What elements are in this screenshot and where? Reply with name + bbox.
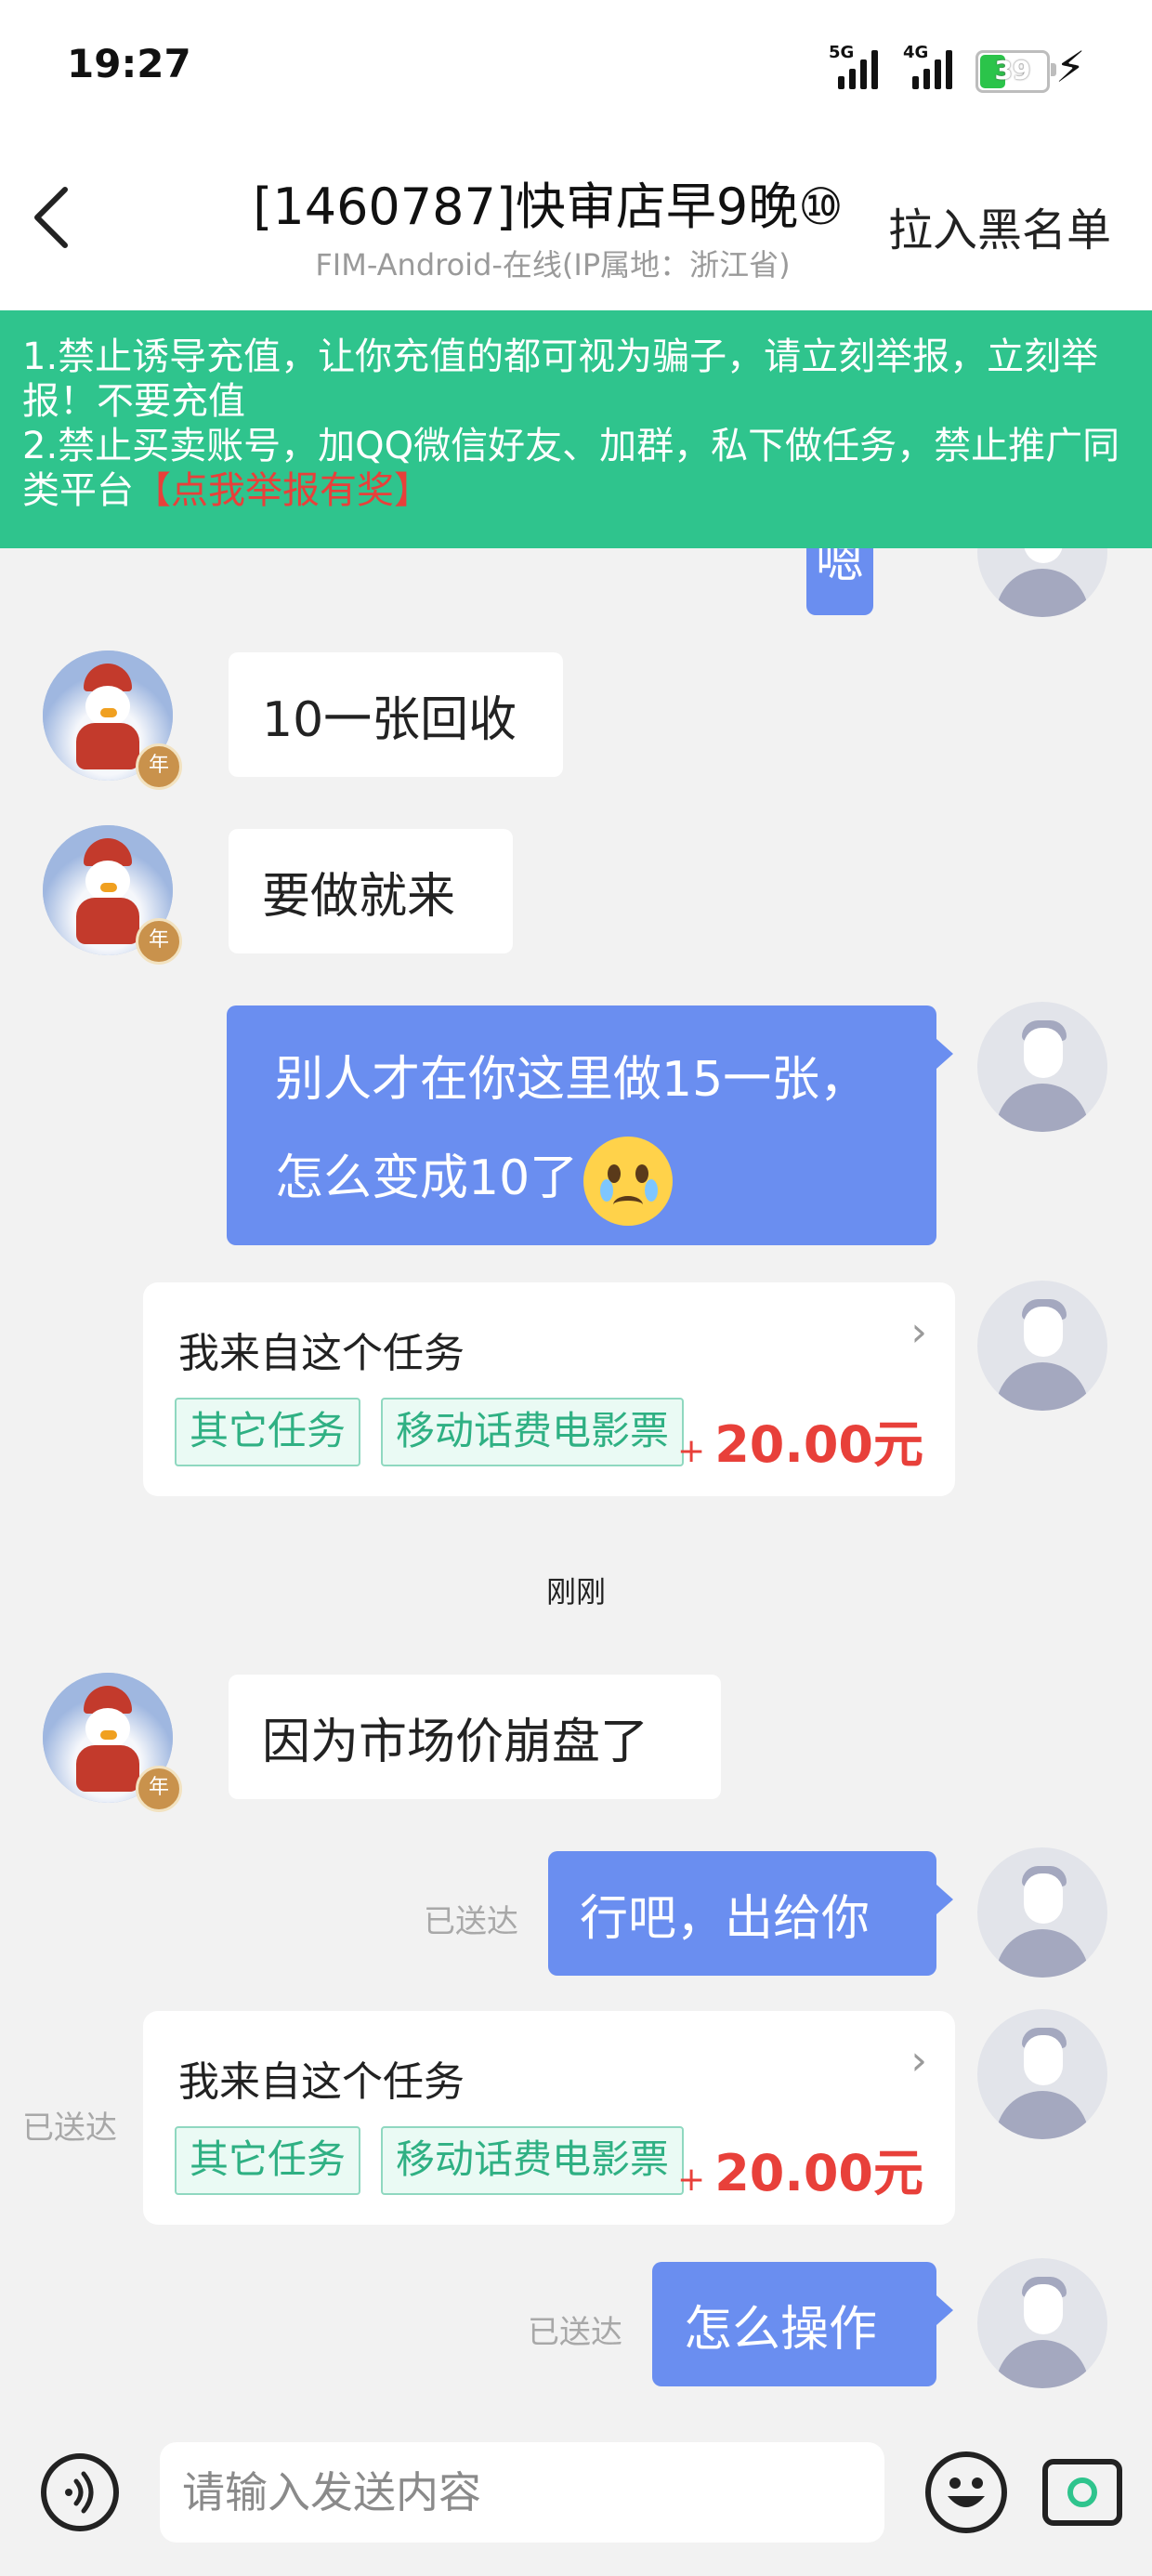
signal-4g-icon: 4G: [901, 45, 966, 89]
blacklist-button[interactable]: 拉入黑名单: [888, 193, 1111, 258]
warning-banner: 1.禁止诱导充值，让你充值的都可视为骗子，请立刻举报，立刻举报！不要充值 2.禁…: [0, 310, 1152, 548]
chat-header: [1460787]快审店早9晚⑩ FIM-Android-在线(IP属地：浙江省…: [0, 139, 1152, 310]
battery-percent: 39: [994, 55, 1031, 85]
user-avatar[interactable]: [977, 2009, 1107, 2139]
message-bubble-received[interactable]: 因为市场价崩盘了: [229, 1675, 721, 1799]
year-badge-icon: 年: [136, 1766, 182, 1812]
camera-icon[interactable]: [1042, 2459, 1122, 2526]
year-badge-icon: 年: [136, 743, 182, 790]
task-tag: 移动话费电影票: [381, 1398, 685, 1466]
task-card[interactable]: 我来自这个任务 › 其它任务 移动话费电影票 +20.00元: [143, 1282, 955, 1496]
battery-icon: 39: [975, 50, 1056, 93]
status-bar: 19:27 5G 4G 39 ⚡: [0, 0, 1152, 139]
task-price: +20.00元: [677, 2144, 923, 2202]
emoji-icon[interactable]: [925, 2451, 1007, 2533]
chat-subtitle: FIM-Android-在线(IP属地：浙江省): [315, 247, 791, 283]
user-avatar[interactable]: [977, 1002, 1107, 1132]
warning-line-1: 1.禁止诱导充值，让你充值的都可视为骗子，请立刻举报，立刻举报！不要充值: [22, 335, 1099, 423]
task-card-title: 我来自这个任务: [178, 1330, 465, 1377]
input-bar: 请输入发送内容: [0, 2409, 1152, 2576]
task-price: +20.00元: [677, 1415, 923, 1474]
task-card[interactable]: 我来自这个任务 › 其它任务 移动话费电影票 +20.00元: [143, 2011, 955, 2225]
task-tag: 其它任务: [175, 2126, 361, 2195]
message-bubble-received[interactable]: 10一张回收: [229, 652, 563, 777]
signal-5g-icon: 5G: [814, 45, 888, 89]
back-icon[interactable]: [28, 180, 84, 255]
message-bubble-sent[interactable]: 别人才在你这里做15一张， 怎么变成10了: [227, 1005, 953, 1245]
chevron-right-icon: ›: [910, 1308, 927, 1356]
voice-input-icon[interactable]: [41, 2453, 119, 2531]
user-avatar[interactable]: [977, 1281, 1107, 1411]
chat-title: [1460787]快审店早9晚⑩: [253, 177, 844, 236]
charging-icon: ⚡: [1055, 42, 1086, 92]
delivered-status: 已送达: [424, 1903, 518, 1940]
user-avatar[interactable]: [977, 2258, 1107, 2388]
task-tag: 移动话费电影票: [381, 2126, 685, 2195]
message-timestamp: 刚刚: [545, 1574, 606, 1610]
delivered-status: 已送达: [22, 2109, 117, 2147]
chevron-right-icon: ›: [910, 2037, 927, 2084]
crying-face-icon: [583, 1137, 674, 1226]
delivered-status: 已送达: [528, 2314, 622, 2351]
message-bubble-sent[interactable]: 怎么操作: [652, 2262, 953, 2386]
warning-line-2: 2.禁止买卖账号，加QQ微信好友、加群，私下做任务，禁止推广同类平台【点我举报有…: [22, 425, 1120, 512]
task-card-title: 我来自这个任务: [178, 2058, 465, 2106]
year-badge-icon: 年: [136, 918, 182, 965]
message-bubble-sent[interactable]: 行吧，出给你: [548, 1851, 953, 1976]
message-input[interactable]: 请输入发送内容: [160, 2442, 884, 2543]
task-tag: 其它任务: [175, 1398, 361, 1466]
report-link[interactable]: 【点我举报有奖】: [134, 469, 431, 512]
message-bubble-received[interactable]: 要做就来: [229, 829, 513, 953]
status-time: 19:27: [67, 41, 191, 86]
user-avatar[interactable]: [977, 1847, 1107, 1978]
message-text-line-2: 怎么变成10了: [275, 1150, 579, 1206]
message-text-line-1: 别人才在你这里做15一张，: [275, 1052, 869, 1108]
